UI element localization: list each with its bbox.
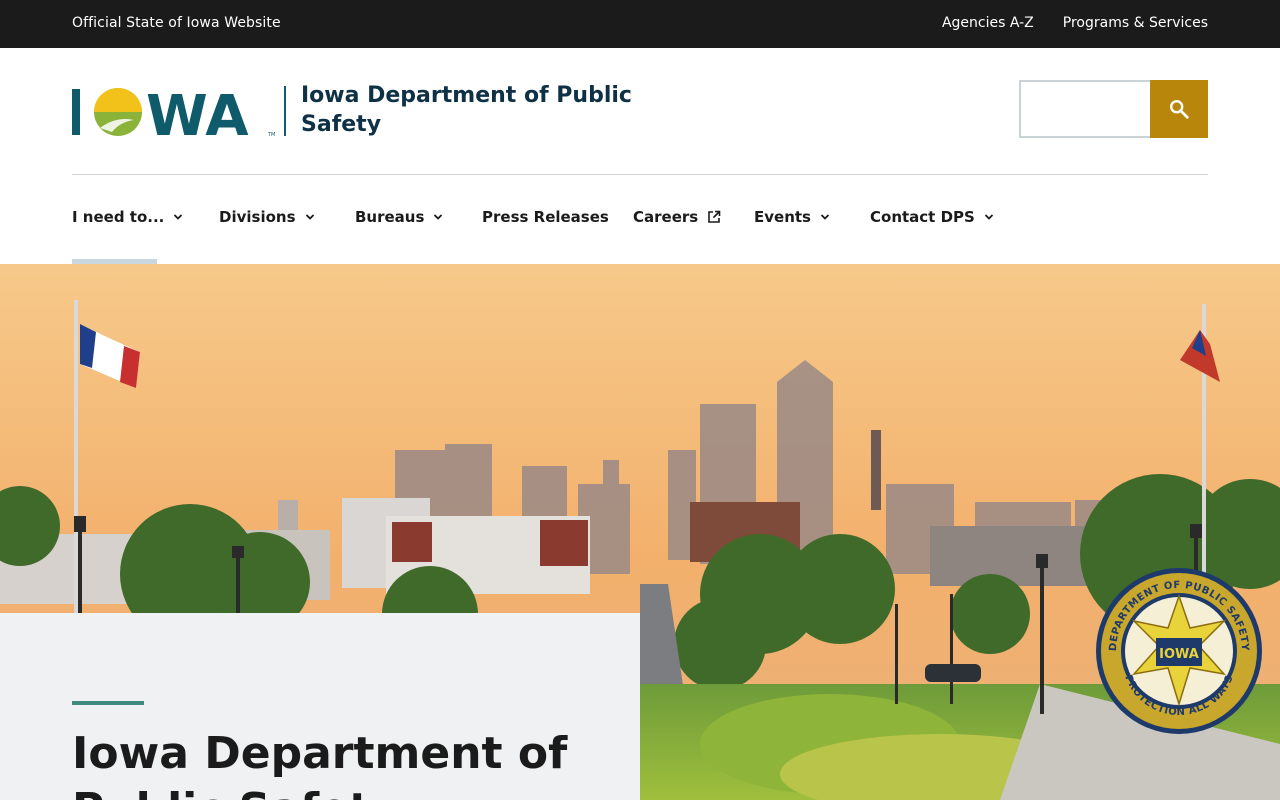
- logo-letter-i: [72, 89, 80, 135]
- utility-bar: Official State of Iowa Website Agencies …: [0, 0, 1280, 48]
- external-link-icon: [707, 210, 721, 224]
- search-input[interactable]: [1019, 80, 1151, 138]
- nav-item-label: Bureaus: [355, 208, 425, 226]
- search-icon: [1170, 100, 1189, 119]
- header-divider: [72, 174, 1208, 175]
- hero-accent-bar: [72, 701, 144, 705]
- chevron-down-icon: [433, 213, 443, 221]
- official-site-text: Official State of Iowa Website: [72, 15, 281, 31]
- nav-item-label: Divisions: [219, 208, 296, 226]
- nav-item-bureaus[interactable]: Bureaus: [355, 208, 443, 226]
- page-title: Iowa Department of Public Safety: [72, 728, 568, 800]
- logo-tm: TM: [267, 132, 275, 138]
- logo-sun: [94, 88, 142, 112]
- seal-center-text: IOWA: [1159, 647, 1199, 662]
- nav-item-label: I need to...: [72, 208, 165, 226]
- nav-item-label: Press Releases: [482, 208, 609, 226]
- nav-item-label: Careers: [633, 208, 699, 226]
- site-name[interactable]: Iowa Department of Public Safety: [301, 81, 641, 139]
- nav-item-careers[interactable]: Careers: [633, 208, 721, 226]
- nav-item-contact-dps[interactable]: Contact DPS: [870, 208, 994, 226]
- nav-item-label: Contact DPS: [870, 208, 975, 226]
- logo-wordmark: WA: [146, 86, 249, 138]
- agencies-a-z-link[interactable]: Agencies A-Z: [942, 15, 1034, 31]
- search-button[interactable]: [1150, 80, 1208, 138]
- nav-item-events[interactable]: Events: [754, 208, 830, 226]
- iowa-logo[interactable]: WA TM: [72, 86, 276, 138]
- chevron-down-icon: [173, 213, 183, 221]
- utility-links: Agencies A-Z Programs & Services: [942, 15, 1208, 31]
- nav-item-divisions[interactable]: Divisions: [219, 208, 315, 226]
- nav-item-i-need-to[interactable]: I need to...: [72, 208, 183, 226]
- site-header: WA TM Iowa Department of Public Safety I…: [0, 48, 1280, 264]
- hero-title-card: Iowa Department of Public Safety: [0, 613, 640, 800]
- dps-seal: IOWA DEPARTMENT OF PUBLIC SAFETY PROTECT…: [1096, 568, 1262, 734]
- logo-divider: [284, 86, 286, 136]
- nav-item-press-releases[interactable]: Press Releases: [482, 208, 609, 226]
- chevron-down-icon: [984, 213, 994, 221]
- nav-item-label: Events: [754, 208, 811, 226]
- hero-banner: IOWA DEPARTMENT OF PUBLIC SAFETY PROTECT…: [0, 264, 1280, 800]
- programs-services-link[interactable]: Programs & Services: [1063, 15, 1208, 31]
- chevron-down-icon: [820, 213, 830, 221]
- chevron-down-icon: [305, 213, 315, 221]
